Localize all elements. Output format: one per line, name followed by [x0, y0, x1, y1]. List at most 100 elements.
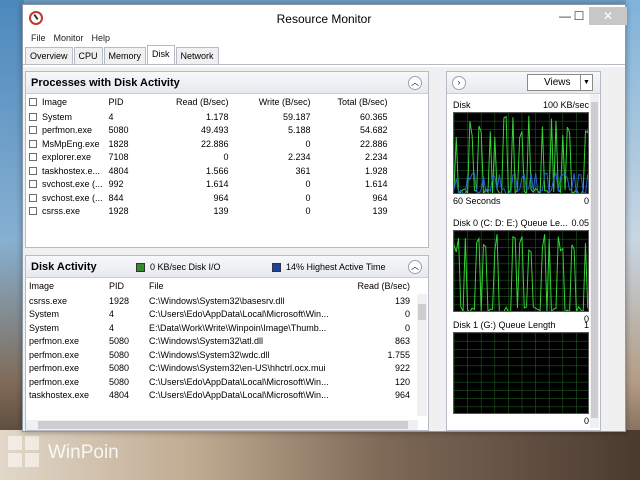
table-row[interactable]: perfmon.exe 5080 C:\Windows\System32\atl.d… [26, 335, 428, 349]
col-read[interactable]: Read (B/sec) [150, 94, 232, 110]
graph-time-span: 60 Seconds [453, 196, 501, 206]
disk1-queue-graph: Disk 1 (G:) Queue Length 1 0 [453, 320, 591, 427]
menu-bar: File Monitor Help [23, 31, 625, 47]
col-image[interactable]: Image [26, 278, 106, 294]
row-checkbox[interactable] [29, 180, 37, 189]
views-dropdown[interactable]: Views ▼ [527, 74, 593, 91]
row-checkbox[interactable] [29, 207, 37, 216]
table-row[interactable]: csrss.exe 1928 C:\Windows\System32\basesrv… [26, 294, 428, 308]
cell-pid: 5080 [109, 376, 130, 387]
tab-cpu[interactable]: CPU [73, 47, 103, 64]
graphs-scrollbar[interactable] [590, 94, 599, 428]
processes-header[interactable]: Processes with Disk Activity ︿ [26, 72, 428, 94]
table-row[interactable]: csrss.exe 1928 139 0 139 [26, 205, 428, 219]
cell-file: C:\Windows\System32\basesrv.dll [149, 295, 285, 306]
table-row[interactable]: svchost.exe (... 844 964 0 964 [26, 191, 428, 205]
graph-scale: 1 [583, 320, 589, 330]
menu-file[interactable]: File [27, 31, 50, 47]
processes-section: Processes with Disk Activity ︿ Image PID… [25, 71, 429, 248]
graph-label: Disk [453, 100, 471, 110]
row-checkbox[interactable] [29, 139, 37, 148]
cell-total: 964 [372, 192, 388, 203]
table-row[interactable]: svchost.exe (... 992 1.614 0 1.614 [26, 178, 428, 192]
cell-total: 60.365 [360, 111, 388, 122]
cell-pid: 4 [109, 322, 115, 333]
cell-write: 0 [305, 138, 311, 149]
tab-overview[interactable]: Overview [25, 47, 73, 64]
title-bar[interactable]: Resource Monitor — ☐ ✕ [23, 5, 627, 31]
disk-activity-header[interactable]: Disk Activity 0 KB/sec Disk I/O 14% High… [26, 256, 428, 278]
cell-write: 0 [305, 179, 311, 190]
table-row[interactable]: perfmon.exe 5080 49.493 5.188 54.682 [26, 124, 428, 138]
disk0-queue-graph: Disk 0 (C: D: E:) Queue Le... 0.05 0 [453, 218, 591, 325]
graphs-header: › Views ▼ [447, 72, 600, 94]
table-row[interactable]: System 4 1.178 59.187 60.365 [26, 110, 428, 124]
winpoin-watermark: WinPoin [8, 436, 148, 470]
winpoin-logo-icon [8, 436, 42, 470]
col-read[interactable]: Read (B/sec) [346, 278, 418, 294]
table-row[interactable]: explorer.exe 7108 0 2.234 2.234 [26, 151, 428, 165]
green-swatch [136, 262, 145, 272]
cell-read: 922 [394, 363, 410, 374]
graph-scale: 0.05 [571, 218, 589, 228]
cell-image: perfmon.exe [29, 363, 80, 374]
resource-monitor-window: Resource Monitor — ☐ ✕ File Monitor Help… [22, 4, 627, 432]
select-all-checkbox[interactable] [29, 98, 37, 106]
disk-activity-section: Disk Activity 0 KB/sec Disk I/O 14% High… [25, 255, 429, 431]
collapse-icon[interactable]: ︿ [408, 260, 422, 274]
table-row[interactable]: perfmon.exe 5080 C:\Users\Edo\AppData\Loca… [26, 375, 428, 389]
table-row[interactable]: perfmon.exe 5080 C:\Windows\System32\en-US… [26, 362, 428, 376]
table-row[interactable]: System 4 C:\Users\Edo\AppData\Local\Micros… [26, 308, 428, 322]
menu-monitor[interactable]: Monitor [50, 31, 88, 47]
collapse-icon[interactable]: ︿ [408, 76, 422, 90]
cell-total: 22.886 [360, 138, 388, 149]
table-row[interactable]: taskhostex.exe 4804 C:\Users\Edo\AppData\L… [26, 389, 428, 403]
tab-memory[interactable]: Memory [103, 47, 147, 64]
col-total[interactable]: Total (B/sec) [314, 94, 396, 110]
cell-pid: 4804 [109, 390, 130, 401]
graph-min: 0 [583, 196, 589, 206]
maximize-button[interactable]: ☐ [567, 7, 591, 25]
cell-total: 2.234 [365, 152, 388, 163]
cell-file: C:\Users\Edo\AppData\Local\Microsoft\Win… [149, 376, 329, 387]
table-row[interactable]: perfmon.exe 5080 C:\Windows\System32\wdc.d… [26, 348, 428, 362]
row-checkbox[interactable] [29, 193, 37, 202]
cell-image: csrss.exe [26, 205, 106, 219]
col-image[interactable]: Image [26, 94, 106, 110]
horizontal-scrollbar[interactable] [26, 420, 418, 430]
col-pid[interactable]: PID [106, 278, 146, 294]
processes-title: Processes with Disk Activity [31, 77, 180, 89]
menu-help[interactable]: Help [88, 31, 115, 47]
tab-disk[interactable]: Disk [147, 45, 175, 64]
row-checkbox[interactable] [29, 112, 37, 121]
window-title: Resource Monitor [276, 12, 372, 26]
table-row[interactable]: System 4 E:\Data\Work\Write\Winpoin\Image\… [26, 321, 428, 335]
row-checkbox[interactable] [29, 126, 37, 135]
cell-file: C:\Windows\System32\atl.dll [149, 336, 264, 347]
graph-label: Disk 0 (C: D: E:) Queue Le... [453, 218, 568, 228]
left-panel: Processes with Disk Activity ︿ Image PID… [25, 71, 429, 431]
disk-graph: Disk 100 KB/sec 60 Seconds 0 [453, 100, 591, 207]
expand-icon[interactable]: › [452, 76, 466, 90]
table-row[interactable]: taskhostex.e... 4804 1.566 361 1.928 [26, 164, 428, 178]
col-pid[interactable]: PID [106, 94, 150, 110]
cell-write: 59.187 [283, 111, 311, 122]
table-row[interactable]: MsMpEng.exe 1828 22.886 0 22.886 [26, 137, 428, 151]
cell-read: 0 [404, 322, 410, 333]
cell-pid: 1828 [108, 138, 129, 149]
cell-image: System [29, 322, 60, 333]
close-button[interactable]: ✕ [589, 7, 627, 25]
cell-write: 0 [305, 206, 311, 217]
cell-pid: 844 [108, 192, 124, 203]
tab-network[interactable]: Network [175, 47, 219, 64]
row-checkbox[interactable] [29, 166, 37, 175]
cell-write: 2.234 [288, 152, 311, 163]
cell-pid: 5080 [109, 349, 130, 360]
cell-image: taskhostex.e... [26, 164, 106, 178]
row-checkbox[interactable] [29, 153, 37, 162]
vertical-scrollbar[interactable] [417, 294, 427, 416]
col-write[interactable]: Write (B/sec) [232, 94, 314, 110]
cell-read: 1.178 [206, 111, 229, 122]
cell-read: 139 [213, 206, 229, 217]
col-file[interactable]: File [146, 278, 346, 294]
